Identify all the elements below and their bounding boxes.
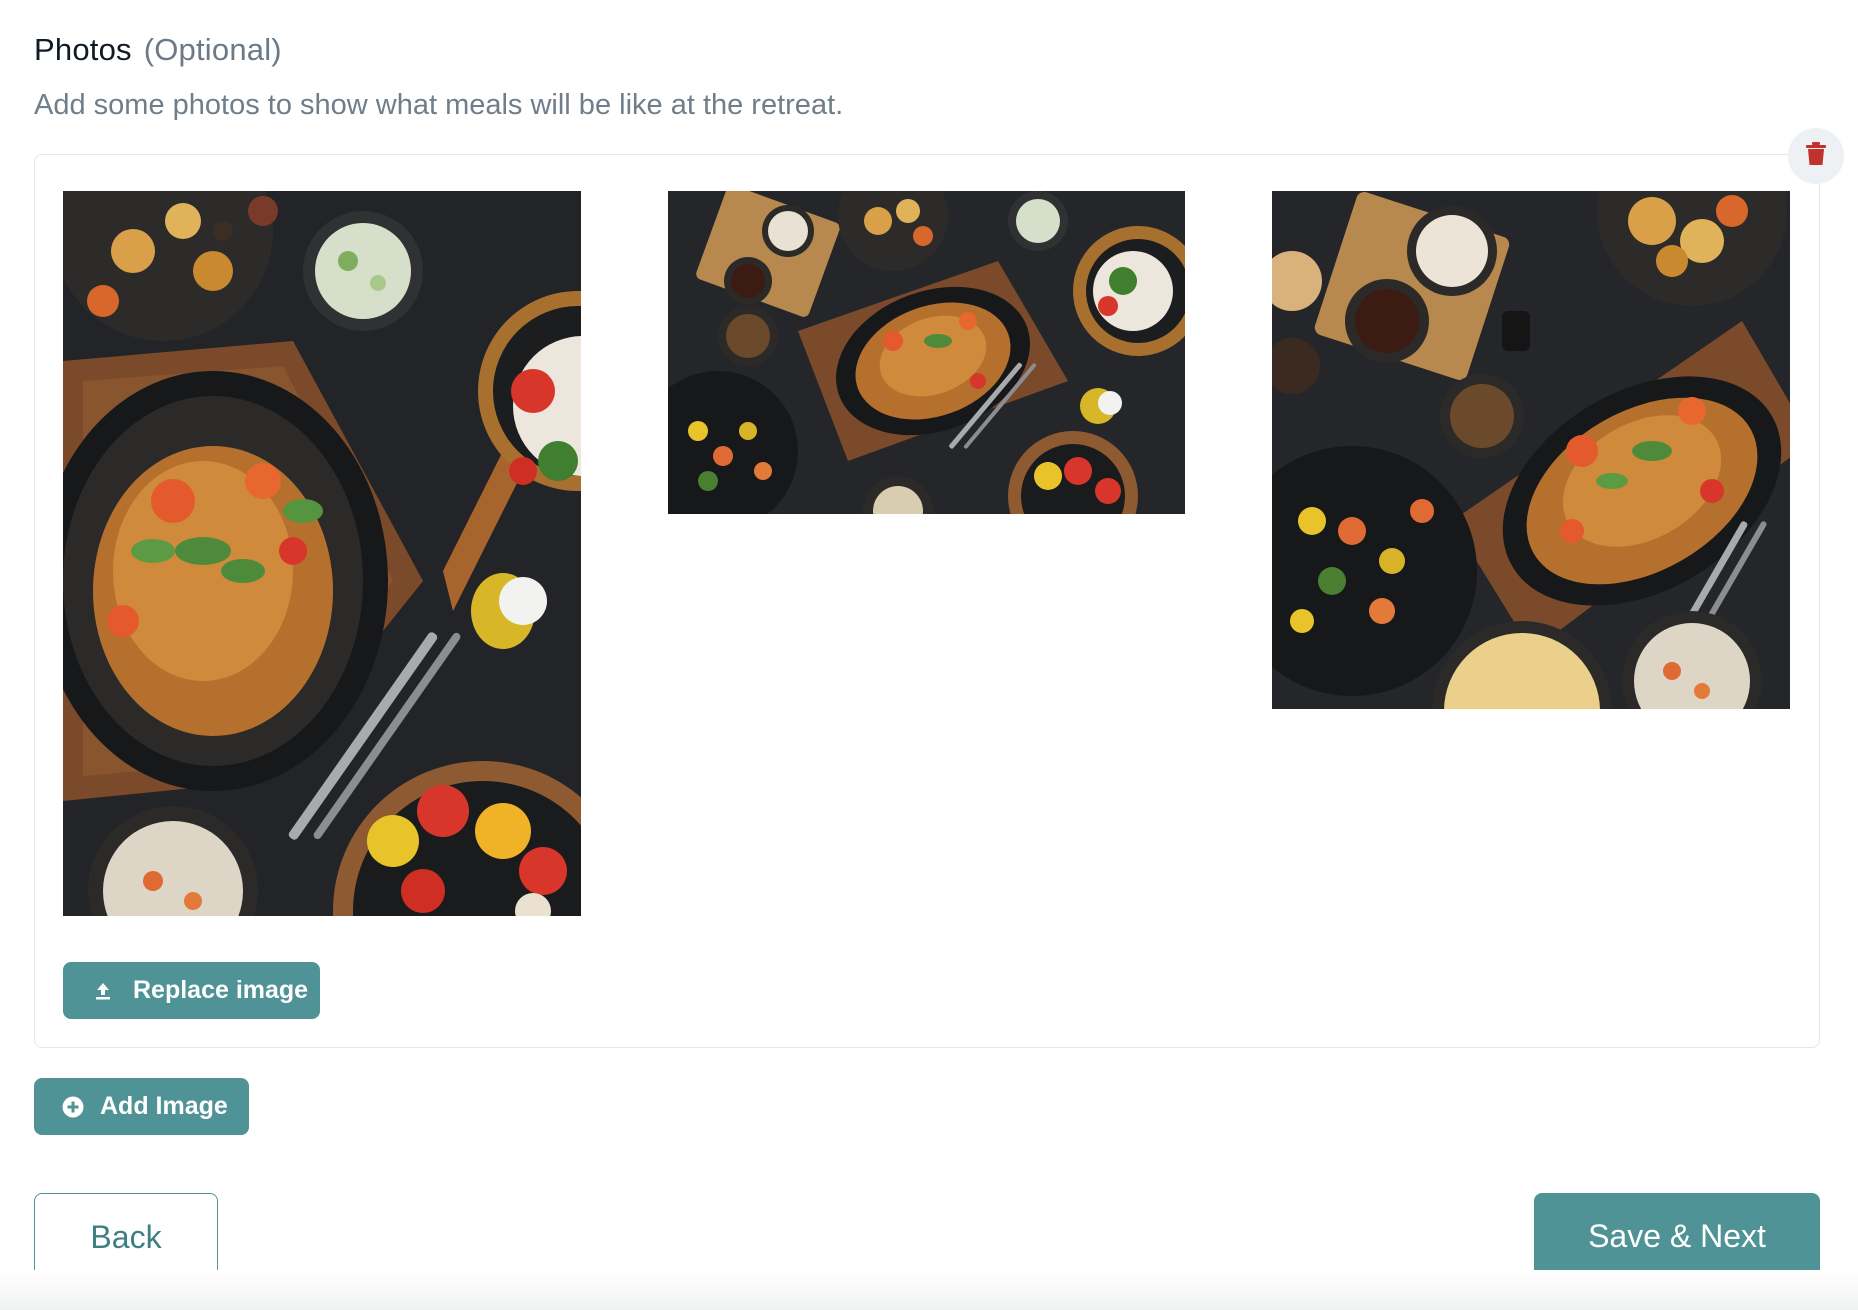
add-image-label: Add Image bbox=[100, 1092, 228, 1120]
section-heading: Photos (Optional) bbox=[34, 30, 282, 70]
add-image-button[interactable]: Add Image bbox=[34, 1078, 249, 1135]
trash-icon bbox=[1806, 141, 1826, 171]
section-title: Photos bbox=[34, 32, 132, 67]
save-next-button[interactable]: Save & Next bbox=[1534, 1193, 1820, 1279]
photos-step-page: Photos (Optional) Add some photos to show… bbox=[0, 0, 1858, 1310]
plus-circle-icon bbox=[62, 1096, 84, 1118]
meal-photo-3 bbox=[1272, 191, 1790, 709]
bottom-edge bbox=[0, 1270, 1858, 1310]
replace-image-label: Replace image bbox=[133, 976, 309, 1004]
optional-label: (Optional) bbox=[143, 32, 282, 67]
delete-image-button[interactable] bbox=[1788, 128, 1844, 184]
meal-photo-2 bbox=[668, 191, 1185, 514]
back-button[interactable]: Back bbox=[34, 1193, 218, 1281]
meal-photo-1 bbox=[63, 191, 581, 916]
replace-image-button[interactable]: Replace image bbox=[63, 962, 320, 1019]
upload-icon bbox=[95, 982, 111, 1000]
section-subtitle: Add some photos to show what meals will … bbox=[34, 89, 844, 121]
